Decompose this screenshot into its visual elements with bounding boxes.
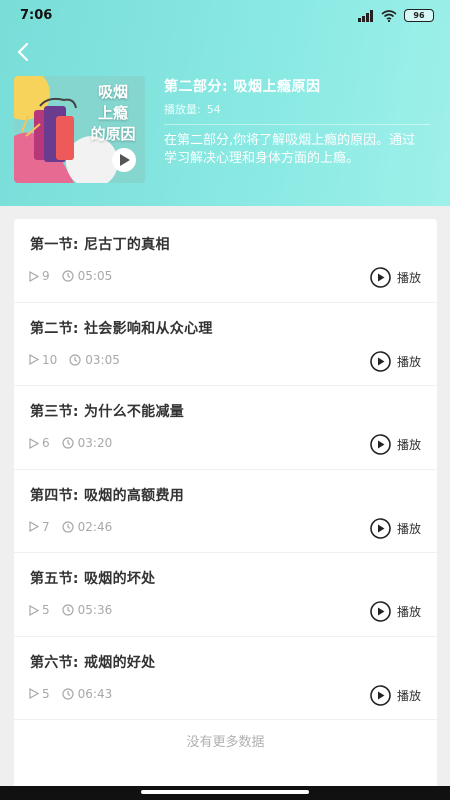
lesson-play-count: 5	[42, 603, 50, 617]
lesson-duration: 05:36	[77, 603, 113, 617]
list-item[interactable]: 第一节: 尼古丁的真相 9 05:05 播放	[14, 219, 437, 303]
cover-title-text: 吸烟 上瘾 的原因	[90, 83, 136, 143]
lesson-meta: 5 06:43	[29, 687, 112, 701]
play-count-icon	[29, 270, 39, 282]
clock-icon	[62, 437, 74, 449]
play-count-value: 54	[206, 103, 221, 116]
play-count-icon	[29, 521, 39, 532]
clock-icon	[62, 687, 74, 700]
header-divider	[164, 124, 430, 125]
lesson-meta: 7 02:46	[29, 520, 112, 534]
lesson-title: 第三节: 为什么不能减量	[30, 404, 185, 420]
lesson-title: 第四节: 吸烟的高额费用	[30, 487, 185, 504]
play-count-icon	[29, 354, 39, 365]
clock-icon	[62, 520, 74, 533]
status-bar: 7:06 96	[0, 0, 450, 32]
home-indicator[interactable]	[141, 790, 309, 794]
list-item[interactable]: 第五节: 吸烟的坏处 5 05:36 播放	[14, 553, 437, 637]
lesson-meta: 6 03:20	[29, 436, 112, 450]
list-item[interactable]: 第三节: 为什么不能减量 6 03:20 播放	[14, 386, 437, 470]
play-circle-icon	[370, 601, 391, 622]
play-circle-icon	[370, 684, 391, 706]
chevron-left-icon	[17, 42, 29, 62]
clock-icon	[62, 604, 74, 616]
lesson-play-count: 5	[42, 686, 50, 701]
lesson-duration: 03:05	[85, 352, 120, 367]
play-button-label: 播放	[396, 354, 421, 369]
play-circle-icon	[370, 434, 391, 455]
clock-icon	[62, 270, 74, 282]
lesson-duration: 05:05	[77, 269, 113, 283]
play-button-label: 播放	[396, 438, 421, 452]
play-count: 播放量: 54	[164, 101, 221, 117]
play-count-label: 播放量:	[164, 103, 201, 116]
no-more-data-text: 没有更多数据	[186, 735, 265, 750]
lesson-title: 第一节: 尼古丁的真相	[30, 237, 170, 253]
course-cover-image: 吸烟 上瘾 的原因	[14, 76, 145, 183]
lesson-meta: 9 05:05	[29, 269, 112, 283]
lesson-play-count: 10	[42, 352, 58, 367]
play-circle-icon	[370, 517, 391, 539]
lesson-title: 第六节: 戒烟的好处	[30, 654, 156, 671]
play-button-label: 播放	[396, 605, 421, 619]
signal-icon	[358, 9, 373, 22]
play-button-label: 播放	[396, 521, 421, 536]
clock-icon	[69, 353, 81, 366]
play-count-icon	[29, 604, 39, 616]
battery-icon: 96	[404, 9, 434, 22]
play-button-label: 播放	[396, 271, 421, 285]
lesson-duration: 02:46	[77, 519, 113, 534]
list-item[interactable]: 第六节: 戒烟的好处 5 06:43 播放	[14, 637, 437, 720]
play-button[interactable]: 播放	[370, 517, 421, 539]
list-item[interactable]: 第四节: 吸烟的高额费用 7 02:46 播放	[14, 470, 437, 553]
back-button[interactable]	[10, 38, 36, 66]
play-button[interactable]: 播放	[370, 267, 421, 288]
lesson-duration: 03:20	[77, 436, 113, 450]
lesson-title: 第五节: 吸烟的坏处	[30, 571, 156, 587]
lesson-list: 第一节: 尼古丁的真相 9 05:05 播放 第二节: 社会影响和从众心理 10…	[14, 219, 437, 800]
lesson-play-count: 7	[42, 519, 50, 534]
lesson-play-count: 6	[42, 436, 50, 450]
course-header: 7:06 96 吸烟 上瘾 的原因 第二部分: 吸烟上瘾原因 播放量: 54 在…	[0, 0, 450, 206]
wifi-icon	[381, 9, 397, 22]
play-circle-icon	[370, 267, 391, 288]
play-button[interactable]: 播放	[370, 350, 421, 372]
status-icons: 96	[358, 9, 434, 22]
status-time: 7:06	[20, 8, 53, 23]
course-description: 在第二部分,你将了解吸烟上瘾的原因。通过学习解决心理和身体方面的上瘾。	[164, 133, 416, 166]
play-button[interactable]: 播放	[370, 601, 421, 622]
list-item[interactable]: 第二节: 社会影响和从众心理 10 03:05 播放	[14, 303, 437, 386]
play-button-label: 播放	[396, 688, 421, 703]
lesson-meta: 10 03:05	[29, 353, 120, 367]
lesson-play-count: 9	[42, 269, 50, 283]
lesson-title: 第二节: 社会影响和从众心理	[30, 320, 213, 337]
play-count-icon	[29, 437, 39, 449]
course-title: 第二部分: 吸烟上瘾原因	[164, 79, 321, 95]
lesson-meta: 5 05:36	[29, 603, 112, 617]
play-button[interactable]: 播放	[370, 434, 421, 455]
lesson-duration: 06:43	[77, 686, 113, 701]
play-count-icon	[29, 688, 39, 699]
play-circle-icon	[370, 350, 391, 372]
play-button[interactable]: 播放	[370, 684, 421, 706]
